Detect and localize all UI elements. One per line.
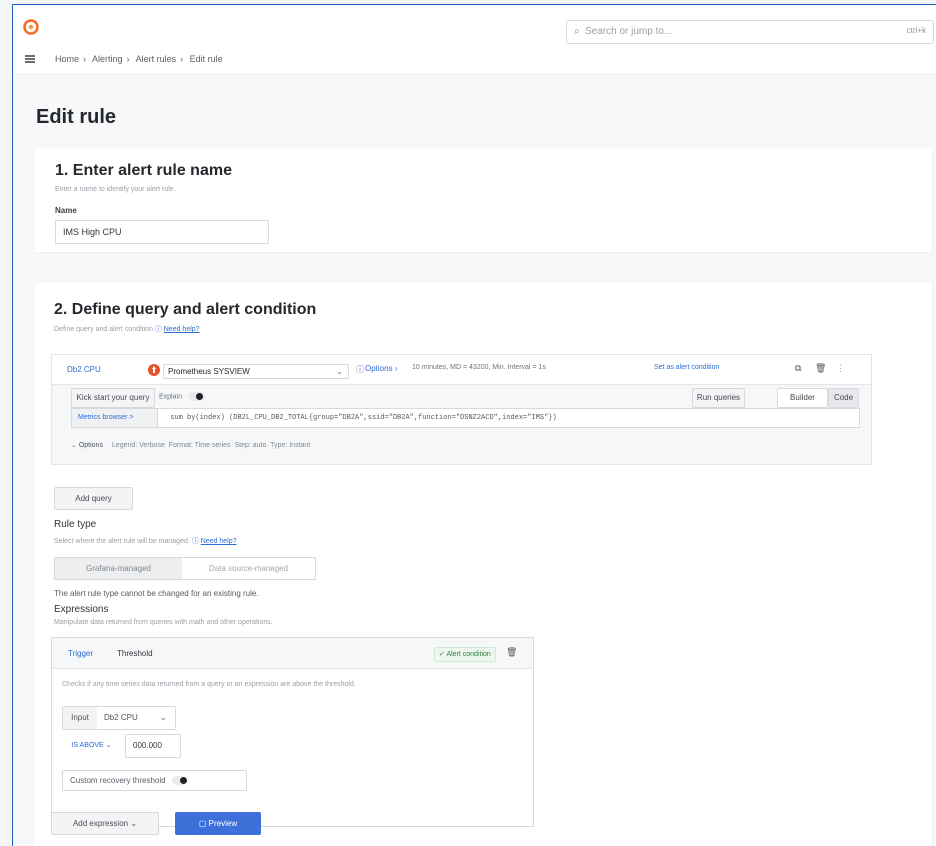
more-icon[interactable]: ⋮ [836, 363, 845, 374]
query-options-icon: ⓘ [356, 365, 364, 374]
data-source-managed-option: Data source-managed [208, 564, 289, 573]
delete-expression-icon[interactable]: 🗑 [506, 647, 517, 658]
expand-options-icon[interactable]: ⌄ [71, 442, 77, 449]
format-option: Format: Time series [168, 442, 231, 449]
browser-content: ⌕ Search or jump to... ctrl+k Home › Aler… [12, 4, 936, 846]
menu-icon[interactable] [25, 55, 35, 63]
query-options-button[interactable]: Options › [365, 364, 397, 373]
breadcrumb-separator: › [180, 54, 184, 64]
rule-type-help-link[interactable]: Need help? [201, 538, 237, 545]
rule-name-label: Name [55, 206, 77, 215]
chevron-down-icon: ⌄ [336, 367, 343, 376]
input-select-value: Db2 CPU [104, 713, 138, 722]
breadcrumb-home[interactable]: Home [55, 54, 79, 64]
custom-recovery-switch[interactable] [171, 776, 187, 786]
explain-label: Explain [159, 393, 182, 401]
explain-toggle[interactable]: Explain [159, 392, 205, 401]
rule-name-description: Enter a name to identify your alert rule… [55, 186, 176, 193]
grafana-logo-icon[interactable] [23, 19, 39, 35]
input-select[interactable]: Input Db2 CPU ⌄ [62, 706, 176, 730]
promql-query-text: sum by(index) (DB2L_CPU_DB2_TOTAL{group=… [170, 414, 557, 422]
run-queries-button[interactable]: Run queries [692, 388, 745, 408]
breadcrumb-separator: › [83, 54, 87, 64]
chevron-down-icon: ⌄ [159, 712, 167, 722]
input-select-label: Input [63, 707, 97, 729]
keyboard-shortcut: ctrl+k [906, 26, 926, 35]
rule-type-segmented-control: Grafana-managed Data source-managed [54, 557, 316, 580]
breadcrumb: Home › Alerting › Alert rules › Edit rule [55, 54, 227, 64]
custom-recovery-label: Custom recovery threshold [70, 776, 166, 785]
search-icon: ⌕ [574, 26, 580, 37]
breadcrumb-alert-rules[interactable]: Alert rules [136, 54, 177, 64]
query-options-row: ⌄ Options Legend: Verbose Format: Time s… [71, 441, 310, 449]
top-navigation: ⌕ Search or jump to... ctrl+k [13, 5, 936, 45]
query-header: Db2 CPU Prometheus SYSVIEW ⌄ ⓘ Options ›… [52, 355, 871, 385]
alert-condition-label: Alert condition [446, 651, 491, 658]
grafana-managed-option: Grafana-managed [55, 558, 182, 579]
rule-type-description-text: Select where the alert rule will be mana… [54, 538, 190, 545]
rule-type-heading: Rule type [54, 519, 97, 530]
legend-option: Legend: Verbose [111, 442, 165, 449]
breadcrumb-separator: › [126, 54, 130, 64]
query-condition-heading: 2. Define query and alert condition [54, 301, 317, 318]
trigger-tab[interactable]: Trigger [68, 649, 93, 658]
kick-start-query-button[interactable]: Kick start your query [71, 388, 155, 408]
rule-type-note: The alert rule type cannot be changed fo… [54, 589, 259, 598]
query-options-toggle[interactable]: Options [79, 442, 103, 449]
add-expression-label: Add expression [72, 819, 129, 828]
query-condition-section: 2. Define query and alert condition Defi… [35, 283, 933, 846]
type-option: Type: Instant [270, 442, 311, 449]
operator-select[interactable]: IS ABOVE ⌄ [62, 734, 121, 758]
expression-header: Trigger Threshold ✓ Alert condition 🗑 [52, 638, 533, 669]
edit-rule-page: Edit rule 1. Enter alert rule name Enter… [13, 76, 936, 846]
preview-label: Preview [208, 819, 238, 828]
breadcrumb-bar: Home › Alerting › Alert rules › Edit rule [13, 45, 936, 75]
rule-name-section: 1. Enter alert rule name Enter a name to… [35, 148, 933, 253]
query-ref-id[interactable]: Db2 CPU [67, 365, 101, 374]
datasource-select[interactable]: Prometheus SYSVIEW ⌄ [163, 364, 349, 379]
custom-recovery-threshold-toggle[interactable]: Custom recovery threshold [62, 770, 247, 791]
rule-name-heading: 1. Enter alert rule name [55, 162, 232, 179]
search-input[interactable]: ⌕ Search or jump to... ctrl+k [566, 20, 934, 44]
breadcrumb-edit-rule: Edit rule [189, 54, 223, 64]
add-query-button[interactable]: Add query [54, 487, 133, 510]
datasource-name: Prometheus SYSVIEW [168, 367, 250, 376]
rule-name-input[interactable]: IMS High CPU [55, 220, 269, 244]
builder-mode-button[interactable]: Builder [777, 388, 828, 408]
alert-condition-badge: ✓ Alert condition [434, 647, 496, 662]
add-expression-button[interactable]: Add expression ⌄ [51, 812, 159, 835]
threshold-value-input[interactable]: 000.000 [125, 734, 181, 758]
explain-switch[interactable] [187, 392, 205, 401]
promql-editor[interactable]: Metrics browser > sum by(index) (DB2L_CP… [71, 408, 860, 428]
search-placeholder: Search or jump to... [585, 26, 673, 37]
query-condition-description: Define query and alert condition ⓘ Need … [54, 324, 200, 334]
breadcrumb-alerting[interactable]: Alerting [92, 54, 123, 64]
step-option: Step: auto [234, 442, 267, 449]
operator-value: IS ABOVE [71, 742, 104, 749]
preview-button[interactable]: ▢ Preview [175, 812, 261, 835]
set-alert-condition-link[interactable]: Set as alert condition [654, 364, 719, 371]
code-mode-button[interactable]: Code [828, 388, 859, 408]
query-options-summary: 10 minutes, MD = 43200, Min. Interval = … [412, 364, 546, 371]
expressions-description: Manipulate data returned from queries wi… [54, 619, 273, 626]
threshold-label: Threshold [117, 649, 153, 658]
duplicate-icon[interactable]: ⧉ [795, 363, 801, 374]
metrics-browser-button[interactable]: Metrics browser > [72, 409, 158, 427]
options-label: Options [365, 364, 393, 373]
query-editor: Db2 CPU Prometheus SYSVIEW ⌄ ⓘ Options ›… [51, 354, 872, 465]
help-icon: ⓘ [154, 326, 162, 333]
page-title: Edit rule [36, 106, 117, 128]
query-description-text: Define query and alert condition [54, 326, 153, 333]
preview-icon: ▢ [198, 819, 207, 828]
delete-icon[interactable]: 🗑 [815, 363, 826, 374]
need-help-link[interactable]: Need help? [164, 326, 200, 333]
threshold-expression-card: Trigger Threshold ✓ Alert condition 🗑 Ch… [51, 637, 534, 827]
help-icon: ⓘ [191, 538, 199, 545]
threshold-description: Checks if any time series data returned … [62, 681, 356, 688]
rule-type-description: Select where the alert rule will be mana… [54, 536, 237, 546]
expressions-heading: Expressions [54, 604, 109, 615]
prometheus-icon [148, 364, 160, 376]
